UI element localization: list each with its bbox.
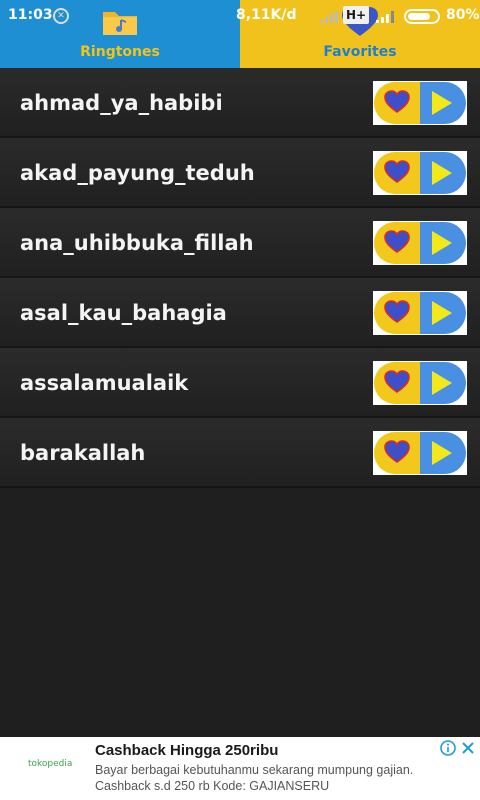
- close-icon[interactable]: [460, 740, 476, 756]
- row-controls: [373, 151, 467, 195]
- list-item[interactable]: assalamualaik: [0, 348, 480, 418]
- row-controls: [373, 221, 467, 265]
- ringtone-title: ahmad_ya_habibi: [20, 91, 223, 115]
- list-item[interactable]: asal_kau_bahagia: [0, 278, 480, 348]
- play-icon: [432, 161, 452, 185]
- play-icon: [432, 301, 452, 325]
- top-bar: Ringtones Favorites 11:03 ✕ 8,11K/d H+ 8…: [0, 0, 480, 68]
- list-item[interactable]: akad_payung_teduh: [0, 138, 480, 208]
- row-controls: [373, 431, 467, 475]
- ad-title[interactable]: Cashback Hingga 250ribu: [95, 742, 278, 759]
- status-time: 11:03: [8, 7, 53, 23]
- play-button[interactable]: [420, 151, 467, 195]
- network-type-badge: H+: [343, 6, 370, 24]
- row-controls: [373, 81, 467, 125]
- battery-level: [408, 13, 430, 20]
- x-circle-icon: ✕: [53, 8, 69, 24]
- tab-ringtones-label: Ringtones: [80, 44, 160, 60]
- play-button[interactable]: [420, 81, 467, 125]
- heart-icon: [384, 230, 410, 253]
- signal-icon: [320, 11, 338, 23]
- ringtone-list: ahmad_ya_habibi akad_payung_teduh ana_uh…: [0, 68, 480, 488]
- favorite-button[interactable]: [373, 361, 421, 405]
- ad-logo: tokopedia: [28, 759, 73, 769]
- ringtone-title: barakallah: [20, 441, 146, 465]
- row-controls: [373, 361, 467, 405]
- favorite-button[interactable]: [373, 81, 421, 125]
- play-button[interactable]: [420, 361, 467, 405]
- play-icon: [432, 91, 452, 115]
- favorite-button[interactable]: [373, 291, 421, 335]
- ringtone-title: asal_kau_bahagia: [20, 301, 227, 325]
- play-icon: [432, 231, 452, 255]
- play-icon: [432, 441, 452, 465]
- favorite-button[interactable]: [373, 151, 421, 195]
- ringtone-title: ana_uhibbuka_fillah: [20, 231, 254, 255]
- play-button[interactable]: [420, 291, 467, 335]
- ad-banner[interactable]: tokopedia Cashback Hingga 250ribu Bayar …: [0, 737, 480, 800]
- heart-icon: [384, 90, 410, 113]
- list-item[interactable]: ana_uhibbuka_fillah: [0, 208, 480, 278]
- play-button[interactable]: [420, 221, 467, 265]
- heart-icon: [384, 440, 410, 463]
- network-speed: 8,11K/d: [236, 7, 297, 23]
- ringtone-title: assalamualaik: [20, 371, 189, 395]
- play-icon: [432, 371, 452, 395]
- tab-favorites-label: Favorites: [323, 44, 397, 60]
- list-item[interactable]: barakallah: [0, 418, 480, 488]
- heart-icon: [384, 370, 410, 393]
- battery-icon: [404, 9, 440, 24]
- heart-icon: [384, 300, 410, 323]
- list-item[interactable]: ahmad_ya_habibi: [0, 68, 480, 138]
- signal-strength-icon: [376, 11, 394, 23]
- row-controls: [373, 291, 467, 335]
- info-icon[interactable]: [440, 740, 456, 756]
- battery-percent: 80%: [446, 7, 480, 23]
- heart-icon: [384, 160, 410, 183]
- play-button[interactable]: [420, 431, 467, 475]
- ad-description: Bayar berbagai kebutuhanmu sekarang mump…: [95, 763, 414, 793]
- ringtone-title: akad_payung_teduh: [20, 161, 255, 185]
- status-bar: 11:03 ✕ 8,11K/d H+ 80%: [0, 0, 480, 32]
- favorite-button[interactable]: [373, 221, 421, 265]
- favorite-button[interactable]: [373, 431, 421, 475]
